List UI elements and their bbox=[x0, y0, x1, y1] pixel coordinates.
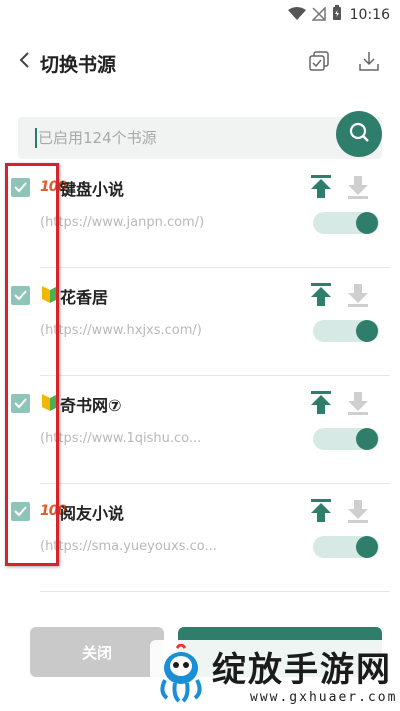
source-row[interactable]: 花香居 (https://www.hxjxs.com/) bbox=[0, 268, 400, 376]
toggle-knob bbox=[356, 320, 378, 342]
source-name: 花香居 bbox=[60, 288, 109, 307]
watermark-text: 绽放手游网 bbox=[212, 650, 392, 690]
search-button[interactable] bbox=[336, 111, 382, 157]
search-bar bbox=[18, 111, 382, 159]
toggle-knob bbox=[356, 212, 378, 234]
download-source-button[interactable] bbox=[347, 498, 369, 524]
download-source-button[interactable] bbox=[347, 390, 369, 416]
status-bar: 10:16 bbox=[0, 0, 400, 30]
search-input[interactable] bbox=[38, 117, 338, 159]
divider bbox=[40, 591, 390, 592]
search-icon bbox=[348, 121, 370, 147]
move-to-top-button[interactable] bbox=[310, 282, 332, 308]
source-url: (https://www.1qishu.co... bbox=[40, 431, 202, 446]
source-name: 键盘小说 bbox=[60, 180, 125, 199]
no-signal-icon bbox=[310, 5, 326, 25]
source-enable-toggle[interactable] bbox=[313, 320, 379, 342]
close-button[interactable]: 关闭 bbox=[30, 627, 164, 677]
source-enable-toggle[interactable] bbox=[313, 536, 379, 558]
select-all-button[interactable] bbox=[307, 51, 331, 75]
move-to-top-button[interactable] bbox=[310, 174, 332, 200]
header: 切换书源 bbox=[0, 40, 400, 86]
watermark-url: www.gxhuaer.com bbox=[250, 690, 398, 705]
annotation-highlight-box bbox=[5, 163, 59, 566]
source-url: (https://www.hxjxs.com/) bbox=[40, 323, 202, 338]
source-row[interactable]: 100 阅友小说 (https://sma.yueyouxs.co... bbox=[0, 484, 400, 592]
back-button[interactable] bbox=[12, 50, 36, 74]
download-source-button[interactable] bbox=[347, 282, 369, 308]
move-to-top-button[interactable] bbox=[310, 498, 332, 524]
watermark: 绽放手游网 www.gxhuaer.com bbox=[150, 640, 400, 711]
battery-icon bbox=[332, 5, 342, 25]
source-url: (https://sma.yueyouxs.co... bbox=[40, 539, 217, 554]
page-title: 切换书源 bbox=[40, 54, 117, 76]
toggle-knob bbox=[356, 536, 378, 558]
source-url: (https://www.janpn.com/) bbox=[40, 215, 205, 230]
status-icons: 10:16 bbox=[287, 5, 390, 25]
toggle-knob bbox=[356, 428, 378, 450]
source-enable-toggle[interactable] bbox=[313, 428, 379, 450]
copy-check-icon bbox=[308, 50, 330, 76]
source-row[interactable]: 100 键盘小说 (https://www.janpn.com/) bbox=[0, 160, 400, 268]
chevron-left-icon bbox=[17, 51, 31, 73]
octopus-logo-icon bbox=[155, 643, 207, 704]
move-to-top-button[interactable] bbox=[310, 390, 332, 416]
source-name: 阅友小说 bbox=[60, 504, 125, 523]
status-time: 10:16 bbox=[349, 7, 390, 23]
source-list: 100 键盘小说 (https://www.janpn.com/) 花香居 (h… bbox=[0, 160, 400, 592]
source-enable-toggle[interactable] bbox=[313, 212, 379, 234]
download-source-button[interactable] bbox=[347, 174, 369, 200]
source-row[interactable]: 奇书网⑦ (https://www.1qishu.co... bbox=[0, 376, 400, 484]
download-icon bbox=[358, 50, 380, 76]
wifi-icon bbox=[287, 6, 306, 25]
text-cursor bbox=[35, 128, 37, 148]
source-name: 奇书网⑦ bbox=[60, 396, 122, 415]
download-button[interactable] bbox=[357, 51, 381, 75]
